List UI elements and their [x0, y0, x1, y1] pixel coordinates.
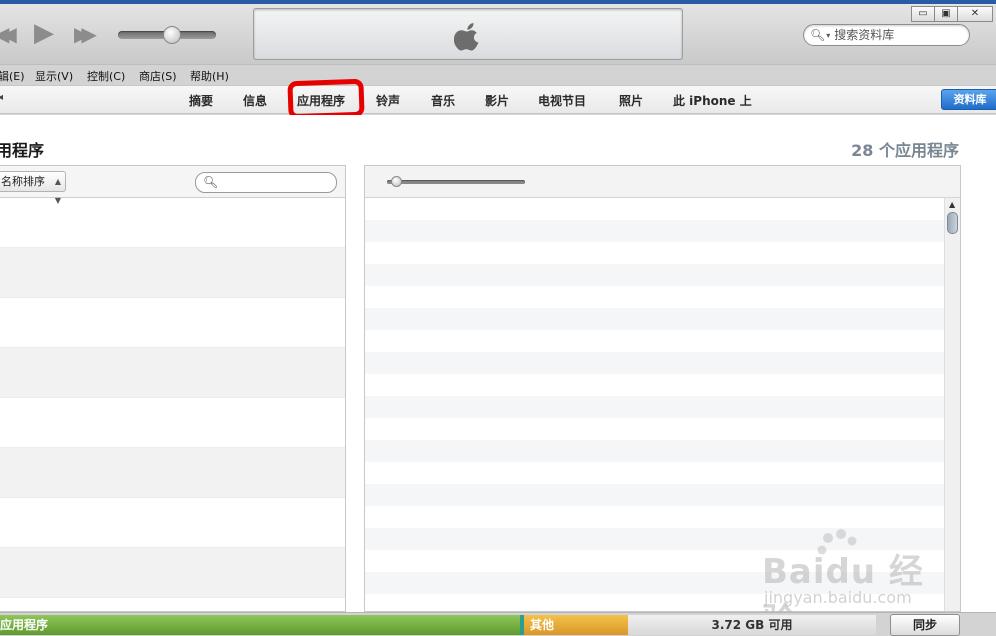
library-button[interactable]: 资料库: [941, 89, 996, 110]
menu-store[interactable]: 商店(S): [139, 68, 177, 84]
list-item[interactable]: [0, 298, 345, 348]
library-search[interactable]: 🔍︎ ▾: [803, 24, 970, 46]
tab-photos[interactable]: 照片: [619, 92, 643, 109]
app-count: 28 个应用程序: [851, 141, 959, 160]
vertical-scrollbar[interactable]: ▲: [944, 198, 960, 611]
now-playing-display: [253, 8, 683, 60]
list-item[interactable]: [0, 398, 345, 448]
capacity-apps-segment: 应用程序: [0, 615, 522, 635]
sort-select-label: 名称排序: [1, 175, 45, 188]
sync-button[interactable]: 同步: [890, 614, 960, 636]
sort-select[interactable]: 名称排序 ▲ ▼: [0, 171, 66, 205]
play-icon[interactable]: ▶: [34, 18, 54, 48]
menu-view[interactable]: 显示(V): [35, 68, 73, 84]
home-screen-panel: ▲: [364, 165, 961, 612]
menu-help[interactable]: 帮助(H): [190, 68, 229, 84]
tab-on-this-iphone[interactable]: 此 iPhone 上: [673, 92, 752, 109]
list-item[interactable]: [0, 198, 345, 248]
zoom-slider[interactable]: [387, 180, 525, 184]
search-icon: 🔍︎: [203, 175, 219, 189]
next-track-icon[interactable]: ▶▶: [74, 22, 97, 46]
search-input[interactable]: [834, 28, 965, 42]
scroll-up-icon[interactable]: ▲: [949, 200, 955, 209]
menu-bar: 辑(E) 显示(V) 控制(C) 商店(S) 帮助(H): [0, 64, 996, 85]
volume-knob[interactable]: [163, 26, 181, 44]
red-highlight-annotation: [287, 78, 365, 120]
scroll-thumb[interactable]: [947, 212, 958, 234]
tab-movies[interactable]: 影片: [485, 92, 509, 109]
tab-music[interactable]: 音乐: [431, 92, 455, 109]
app-list-header: 名称排序 ▲ ▼ 🔍︎: [0, 166, 345, 205]
zoom-knob[interactable]: [391, 176, 402, 187]
minimize-button[interactable]: ▭: [911, 6, 935, 22]
list-item[interactable]: [0, 248, 345, 298]
tab-summary[interactable]: 摘要: [189, 92, 213, 109]
tab-ringtones[interactable]: 铃声: [376, 92, 400, 109]
capacity-bar: 应用程序 其他 3.72 GB 可用 同步: [0, 612, 996, 636]
app-search-input[interactable]: 🔍︎: [195, 172, 337, 193]
app-list-panel: 名称排序 ▲ ▼ 🔍︎: [0, 165, 346, 612]
list-item[interactable]: [0, 348, 345, 398]
capacity-free-segment: 3.72 GB 可用: [628, 615, 876, 635]
player-toolbar: ◀◀ ▶ ▶▶ ▭ ▣ ✕ 🔍︎ ▾: [0, 4, 996, 64]
back-arrow-icon[interactable]: ◂: [0, 92, 3, 103]
menu-edit[interactable]: 辑(E): [0, 68, 25, 84]
device-tabs: ◂ 摘要 信息 应用程序 铃声 音乐 影片 电视节目 照片 此 iPhone 上…: [0, 78, 996, 120]
previous-track-icon[interactable]: ◀◀: [0, 22, 17, 46]
app-list: [0, 198, 345, 611]
section-title: 用程序: [0, 141, 45, 160]
apps-content: 用程序 28 个应用程序 名称排序 ▲ ▼ 🔍︎ ▲: [0, 115, 996, 612]
search-icon: 🔍︎: [810, 28, 826, 42]
apple-logo-icon: [454, 23, 479, 51]
list-item[interactable]: [0, 598, 345, 611]
tab-tv-shows[interactable]: 电视节目: [538, 92, 586, 109]
menu-controls[interactable]: 控制(C): [87, 68, 125, 84]
list-item[interactable]: [0, 548, 345, 598]
home-screen-pages: [365, 198, 945, 611]
restore-button[interactable]: ▣: [934, 6, 958, 22]
home-screen-header: [365, 166, 960, 198]
search-options-chevron-icon[interactable]: ▾: [826, 31, 830, 40]
close-button[interactable]: ✕: [957, 6, 993, 22]
list-item[interactable]: [0, 448, 345, 498]
window-controls: ▭ ▣ ✕: [911, 6, 993, 22]
capacity-other-segment: 其他: [524, 615, 628, 635]
tab-info[interactable]: 信息: [243, 92, 267, 109]
list-item[interactable]: [0, 498, 345, 548]
